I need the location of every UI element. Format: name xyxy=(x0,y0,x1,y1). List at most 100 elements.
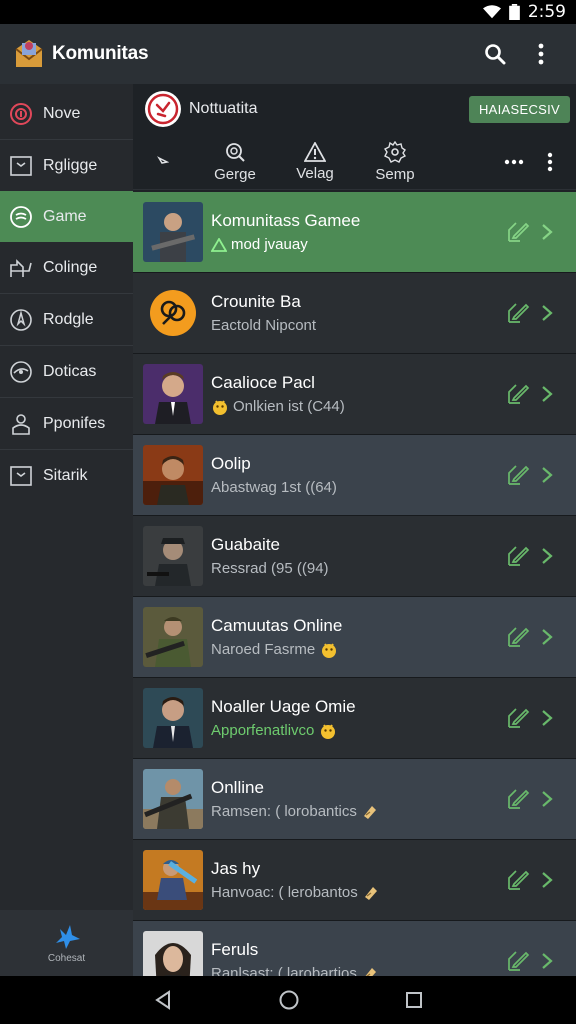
list-item[interactable]: Crounite Ba Eactold Nipcont xyxy=(133,273,576,354)
settings-icon xyxy=(384,140,406,163)
sidebar-item-game[interactable]: Game xyxy=(0,191,133,242)
battery-icon xyxy=(508,4,520,20)
edit-icon[interactable] xyxy=(506,706,530,730)
community-toolbar: Gerge Velag Semp xyxy=(133,134,576,190)
chevron-right-icon[interactable] xyxy=(540,547,554,565)
list-item[interactable]: Caalioce Pacl Onlkien ist (C44) xyxy=(133,354,576,435)
game-avatar xyxy=(143,931,203,976)
list-item-subtitle: Ressrad (95 ((94) xyxy=(211,560,329,577)
ticket-icon xyxy=(363,805,376,819)
game-avatar xyxy=(143,364,203,424)
game-avatar xyxy=(150,290,196,336)
edit-icon[interactable] xyxy=(506,382,530,406)
chevron-right-icon[interactable] xyxy=(540,223,554,241)
edit-icon[interactable] xyxy=(506,463,530,487)
edit-icon[interactable] xyxy=(506,301,530,325)
more-vert-button[interactable] xyxy=(532,144,568,180)
list-item[interactable]: Onlline Ramsen: ( lorobantics xyxy=(133,759,576,840)
eye-icon xyxy=(8,359,34,385)
back-icon[interactable] xyxy=(152,989,174,1011)
list-item-title: Jas hy xyxy=(211,858,261,878)
sidebar-item-rgligge[interactable]: Rgligge xyxy=(0,140,133,191)
list-item[interactable]: Komunitass Gamee mod jvauay xyxy=(133,192,576,273)
list-item-title: Camuutas Online xyxy=(211,615,343,635)
sidebar-item-sitarik[interactable]: Sitarik xyxy=(0,450,133,501)
recents-icon[interactable] xyxy=(404,990,424,1010)
sidebar-item-doticas[interactable]: Doticas xyxy=(0,346,133,397)
community-badge-button[interactable]: HAIASECSIV xyxy=(468,95,570,123)
community-header: Nottuatita HAIASECSIV xyxy=(133,84,576,134)
more-vert-icon xyxy=(547,152,553,171)
sidebar-item-colinge[interactable]: Colinge xyxy=(0,242,133,293)
game-avatar xyxy=(143,769,203,829)
list-item-title: Guabaite xyxy=(211,535,280,554)
list-item[interactable]: Oolip Abastwag 1st ((64) xyxy=(133,435,576,516)
chevron-right-icon[interactable] xyxy=(540,385,554,403)
list-item-title: Caalioce Pacl xyxy=(211,372,315,392)
list-item-subtitle: Eactold Nipcont xyxy=(211,317,317,334)
system-nav-bar xyxy=(0,976,576,1024)
emoji-icon xyxy=(213,399,227,415)
chevron-right-icon[interactable] xyxy=(540,304,554,322)
edit-icon[interactable] xyxy=(506,625,530,649)
home-icon[interactable] xyxy=(278,989,300,1011)
search-icon xyxy=(485,44,506,65)
list-item-subtitle: mod jvauay xyxy=(231,236,308,253)
list-item-title: Onlline xyxy=(211,777,264,797)
toolbar-warning-button[interactable]: Velag xyxy=(275,141,355,182)
list-item[interactable]: Camuutas Online Naroed Fasrme xyxy=(133,597,576,678)
edit-icon[interactable] xyxy=(506,544,530,568)
sidebar-item-rodgle[interactable]: Rodgle xyxy=(0,294,133,345)
sidebar-item-label: Pponifes xyxy=(43,414,106,432)
ticket-icon xyxy=(364,886,377,900)
list-item[interactable]: Noaller Uage Omie Apporfenatlivco xyxy=(133,678,576,759)
sidebar-item-pponifes[interactable]: Pponifes xyxy=(0,398,133,449)
game-avatar xyxy=(143,607,203,667)
community-logo-icon xyxy=(145,91,181,127)
list-item[interactable]: Feruls Ranlsast: ( larobartios xyxy=(133,921,576,976)
pin-icon xyxy=(157,155,169,164)
sidebar-item-label: Sitarik xyxy=(43,466,88,484)
edit-icon[interactable] xyxy=(506,220,530,244)
chevron-right-icon[interactable] xyxy=(540,628,554,646)
box-icon xyxy=(8,463,34,489)
toolbar-settings-button[interactable]: Semp xyxy=(355,140,435,183)
search-icon xyxy=(226,142,245,162)
sidebar-footer-label: Cohesat xyxy=(47,952,86,964)
game-avatar xyxy=(143,850,203,910)
sidebar-footer-button[interactable]: Cohesat xyxy=(0,910,133,976)
chevron-right-icon[interactable] xyxy=(540,871,554,889)
bird-icon xyxy=(55,924,80,949)
list-item-subtitle: Apporfenatlivco xyxy=(211,722,315,739)
emoji-icon xyxy=(322,642,337,658)
list-item-subtitle: Ramsen: ( lorobantics xyxy=(211,803,357,820)
game-avatar xyxy=(143,526,203,586)
warning-icon xyxy=(211,237,227,252)
list-item-title: Oolip xyxy=(211,454,251,473)
edit-icon[interactable] xyxy=(506,868,530,892)
list-item-subtitle: Abastwag 1st ((64) xyxy=(211,479,337,496)
game-avatar xyxy=(143,445,203,505)
sidebar-item-nove[interactable]: Nove xyxy=(0,88,133,139)
app-title: Komunitas xyxy=(52,43,149,64)
toolbar-search-button[interactable]: Gerge xyxy=(195,141,275,183)
edit-icon[interactable] xyxy=(506,787,530,811)
pin-button[interactable] xyxy=(153,155,173,168)
edit-icon[interactable] xyxy=(506,949,530,973)
list-item[interactable]: Guabaite Ressrad (95 ((94) xyxy=(133,516,576,597)
chevron-right-icon[interactable] xyxy=(540,952,554,970)
search-button[interactable] xyxy=(472,31,518,77)
chevron-right-icon[interactable] xyxy=(540,466,554,484)
list-item[interactable]: Jas hy Hanvoac: ( lerobantos xyxy=(133,840,576,921)
wifi-icon xyxy=(482,5,501,19)
chevron-right-icon[interactable] xyxy=(540,790,554,808)
app-logo-icon xyxy=(15,40,43,67)
overflow-menu-button[interactable] xyxy=(518,31,564,77)
sidebar-item-label: Rodgle xyxy=(43,310,94,328)
chart-icon xyxy=(8,255,34,281)
more-horiz-button[interactable] xyxy=(496,144,532,180)
status-bar: 2:59 xyxy=(0,0,576,24)
chevron-right-icon[interactable] xyxy=(540,709,554,727)
person-icon xyxy=(8,411,34,437)
toolbar-button-label: Velag xyxy=(296,164,334,182)
